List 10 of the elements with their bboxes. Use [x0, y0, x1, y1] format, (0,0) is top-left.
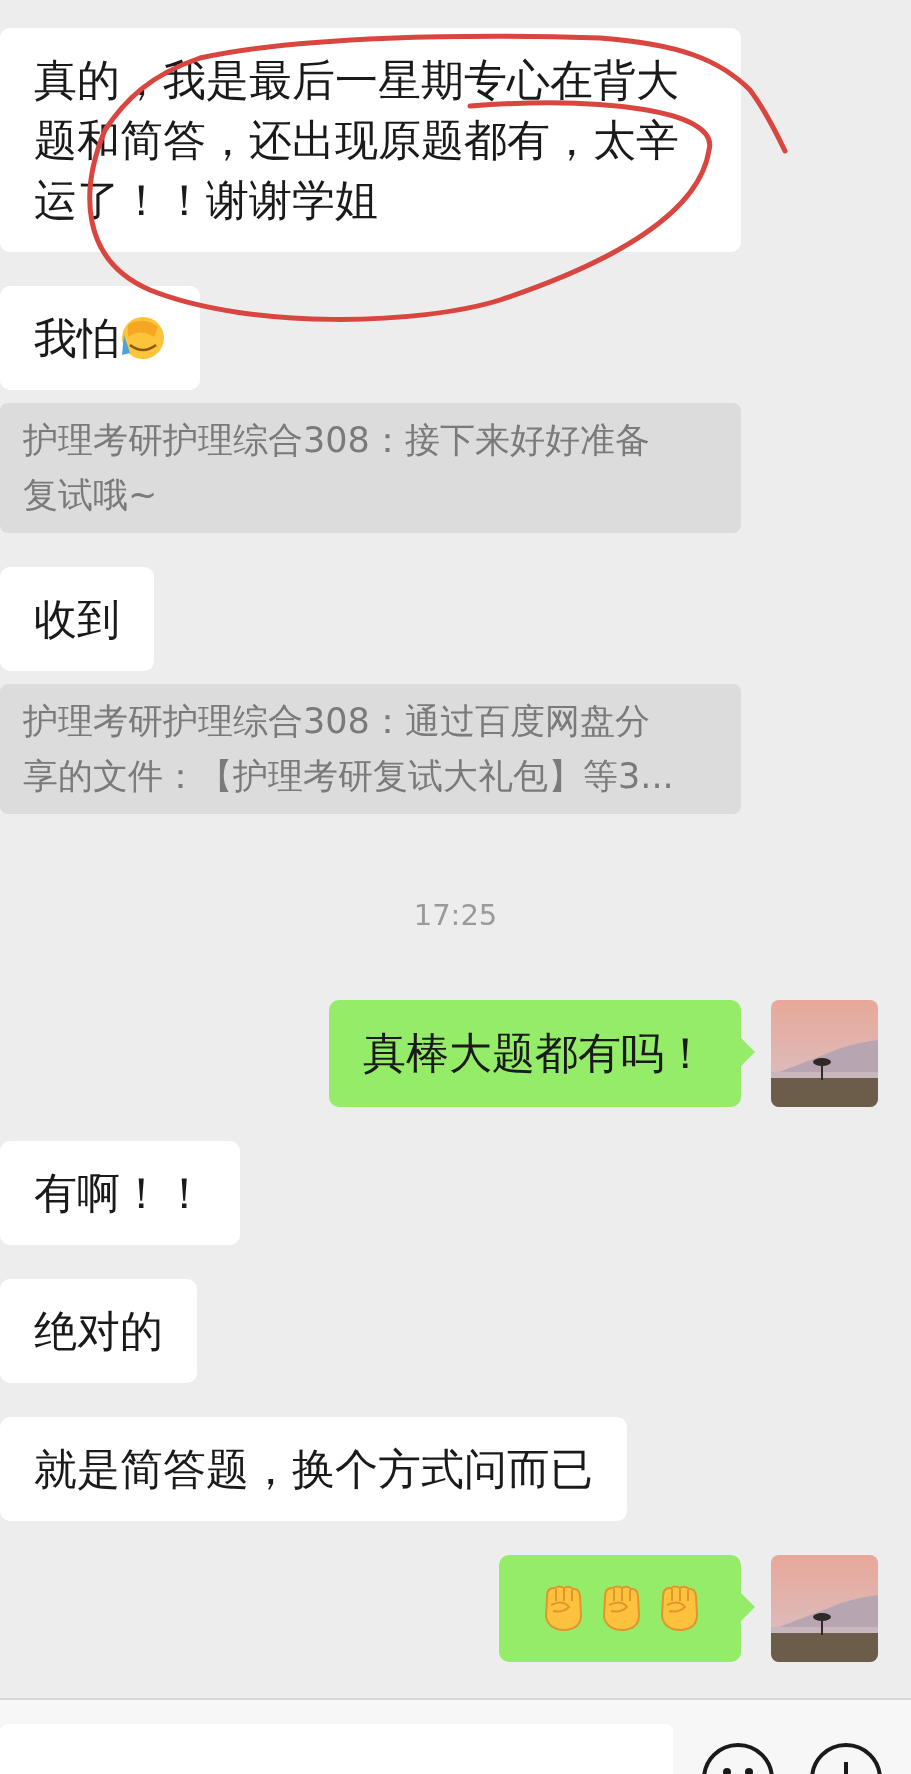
- message-bubble: 就是简答题，换个方式问而已: [0, 1416, 627, 1521]
- bubble-tail: [741, 1037, 755, 1066]
- message-bubble: 收到: [0, 567, 154, 671]
- quoted-message: 护理考研护理综合308：通过百度网盘分享的文件：【护理考研复试大礼包】等3...: [0, 684, 741, 814]
- message-text: 我怕: [34, 312, 120, 365]
- message-bubble: 绝对的: [0, 1278, 197, 1383]
- message-bubble: 真棒大题都有吗！: [329, 999, 741, 1107]
- message-bubble: 有啊！！: [0, 1140, 240, 1245]
- quoted-message: 护理考研护理综合308：接下来好好准备复试哦~: [0, 403, 741, 533]
- timestamp: 17:25: [413, 897, 498, 934]
